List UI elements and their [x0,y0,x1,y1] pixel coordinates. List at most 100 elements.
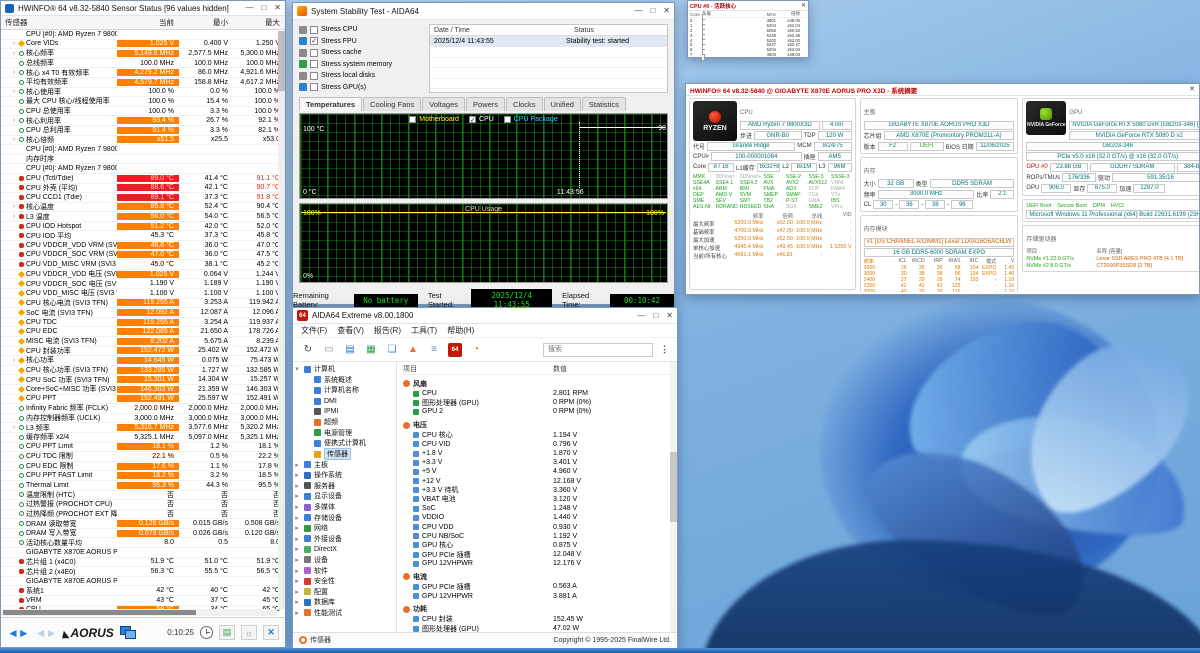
display-icon[interactable]: ▤ [343,343,357,357]
aida64-titlebar[interactable]: 64 AIDA64 Extreme v8.00.1800 — □ ✕ [293,308,677,324]
sensor-row[interactable]: CPU VDD 0.930 V [403,522,677,531]
sensor-row[interactable]: GPU 2 0 RPM (0%) [403,407,677,416]
horizontal-scrollbar[interactable] [1,609,277,616]
legend-checkbox[interactable] [409,116,416,123]
table-row[interactable]: 系统1 42 °C 40 °C 42 °C [1,586,285,596]
tab[interactable]: Statistics [582,97,626,111]
more-options-icon[interactable]: ⋮ [660,344,669,355]
report-icon[interactable]: ▤ [219,625,235,640]
table-row[interactable]: 缓存频率 x2/4 5,325.1 MHz 5,097.0 MHz 5,325.… [1,433,285,443]
sensor-row[interactable]: GPU PCIe 插槽 0.563 A [403,582,677,591]
table-row[interactable]: CPU PPT FAST Limit 18.2 % 3.2 % 18.5 % [1,471,285,481]
tree-item[interactable]: 电源管理 [293,428,396,439]
tree-item[interactable]: ▸ 多媒体 [293,502,396,513]
settings-gear-icon[interactable]: ☼ [241,625,257,640]
close-icon[interactable]: ✕ [801,2,806,10]
legend-checkbox[interactable] [469,116,476,123]
tree-item[interactable]: ▸ 配置 [293,586,396,597]
table-row[interactable]: › L3 温度 56.0 °C 54.0 °C 56.5 °C [1,212,285,222]
maximize-icon[interactable]: □ [261,4,266,12]
graph-legend-item[interactable]: Motherboard [409,116,459,123]
tree-item[interactable]: ▸ 存储设备 [293,512,396,523]
tree-item[interactable]: ▸ 软件 [293,565,396,576]
menu-item[interactable]: 帮助(H) [447,325,474,336]
table-row[interactable]: CPU TDC 119.255 A 3.254 A 119.937 A [1,318,285,328]
tab[interactable]: Cooling Fans [363,97,421,111]
minimize-icon[interactable]: — [245,4,253,12]
tree-item[interactable]: ▸ 服务器 [293,481,396,492]
menu-item[interactable]: 工具(T) [411,325,437,336]
tree-item[interactable]: IPMI [293,406,396,417]
tab[interactable]: Clocks [506,97,543,111]
tab[interactable]: Unified [544,97,581,111]
stress-option[interactable]: Stress FPU [299,36,425,48]
table-row[interactable]: CPU IOD 平均 45.3 °C 37.3 °C 45.8 °C [1,231,285,241]
hwinfo-titlebar[interactable]: HWiNFO® 64 v8.32-5840 Sensor Status [96 … [1,1,285,16]
tab[interactable]: Temperatures [299,97,362,111]
close-sensors-icon[interactable]: ✕ [263,625,279,640]
minimize-icon[interactable]: — [634,7,642,15]
sensor-row[interactable]: GPU 12VHPWR 3.881 A [403,592,677,601]
table-row[interactable]: SoC 电流 (SVI3 TFN) 12.092 A 12.087 A 12.0… [1,308,285,318]
close-icon[interactable]: ✕ [663,7,670,15]
table-row[interactable]: CPU [#0]: AMD Ryzen 7 9800X3D [1,30,285,40]
sensor-row[interactable]: +3.3 V 3.401 V [403,458,677,467]
maximize-icon[interactable]: □ [653,312,658,320]
drive-row[interactable]: NVMe #2 8.0 GT/s CT2000P3SSD8 [2 TB] [1026,263,1199,269]
stress-option[interactable]: Stress system memory [299,59,425,71]
table-row[interactable]: CPU VDDCR_SOC VRM (SVI3 TFN) 47.0 °C 36.… [1,251,285,261]
log-row[interactable]: 2025/12/4 11:43:55 Stability test: start… [430,36,667,47]
tree-item[interactable]: ▸ 安全性 [293,576,396,587]
tree-item[interactable]: ▸ 显示设备 [293,491,396,502]
sensor-row[interactable]: GPU PCIe 插槽 12.048 V [403,550,677,559]
memory-icon[interactable]: ▦ [364,343,378,357]
sensor-row[interactable]: SoC 1.248 V [403,504,677,513]
maximize-icon[interactable]: □ [650,7,655,15]
tree-item[interactable]: ▸ 性能测试 [293,608,396,619]
remote-monitor-icon[interactable] [120,626,136,639]
drive-row[interactable]: NVMe #1 22.0 GT/s Lexar SSD ARES PRO 4TB… [1026,256,1199,262]
sensor-row[interactable]: CPU VID 0.796 V [403,440,677,449]
table-row[interactable]: 芯片组 2 (x4E0) 56.3 °C 55.5 °C 56.5 °C [1,567,285,577]
tab[interactable]: Powers [466,97,505,111]
table-row[interactable]: CPU [#0]: AMD Ryzen 7 9800X3D: Enhanced [1,164,285,174]
tree-item[interactable]: ▸ DirectX [293,544,396,555]
close-icon[interactable]: ✕ [274,4,281,12]
table-row[interactable]: VRM 43 °C 37 °C 45 °C [1,596,285,606]
page-forward-icon[interactable]: ◄► [35,626,57,640]
tree-item[interactable]: ▾ 计算机 [293,364,396,375]
benchmark-gauge-icon[interactable]: ◔ [469,343,483,357]
stability-titlebar[interactable]: System Stability Test - AIDA64 — □ ✕ [293,3,674,20]
minimize-icon[interactable]: — [637,312,645,320]
vertical-scrollbar[interactable] [278,31,285,609]
stress-checkbox[interactable] [310,60,318,68]
network-icon[interactable]: ❏ [385,343,399,357]
close-icon[interactable]: ✕ [1189,86,1195,94]
tree-item[interactable]: ▸ 主板 [293,459,396,470]
summary-titlebar[interactable]: HWiNFO® 64 v8.32-5840 @ GIGABYTE X870E A… [686,84,1199,96]
page-back-icon[interactable]: ◄► [7,626,29,640]
stress-checkbox[interactable] [310,37,318,45]
clock-icon[interactable] [200,626,213,639]
graph-legend-item[interactable]: CPU [469,116,494,123]
tree-item[interactable]: DMI [293,396,396,407]
tune-icon[interactable]: ≡ [427,343,441,357]
sensor-row[interactable]: +5 V 4.960 V [403,467,677,476]
sensor-row[interactable]: CPU 核心 1.194 V [403,431,677,440]
table-row[interactable]: Core+SoC+MISC 功率 (SVI3 TFN) 146.303 W 21… [1,385,285,395]
tab[interactable]: Voltages [422,97,465,111]
taskbar[interactable] [0,648,1200,653]
graph-legend-item[interactable]: CPU Package [504,116,558,123]
sensor-row[interactable]: GPU 12VHPWR 12.176 V [403,559,677,568]
tree-item[interactable]: 系统概述 [293,375,396,386]
tree-item[interactable]: ▸ 设备 [293,555,396,566]
stress-checkbox[interactable] [310,72,318,80]
table-row[interactable]: CPU EDC 限制 17.6 % 1.1 % 17.8 % [1,462,285,472]
refresh-icon[interactable]: ↻ [301,343,315,357]
sensor-row[interactable]: VBAT 电池 3.120 V [403,495,677,504]
table-row[interactable]: CPU 外壳 (平均) 88.6 °C 42.1 °C 90.7 °C [1,184,285,194]
stress-checkbox[interactable] [310,26,318,34]
menu-item[interactable]: 报告(R) [374,325,401,336]
menu-item[interactable]: 文件(F) [301,325,327,336]
tree-item[interactable]: ▸ 外接设备 [293,534,396,545]
